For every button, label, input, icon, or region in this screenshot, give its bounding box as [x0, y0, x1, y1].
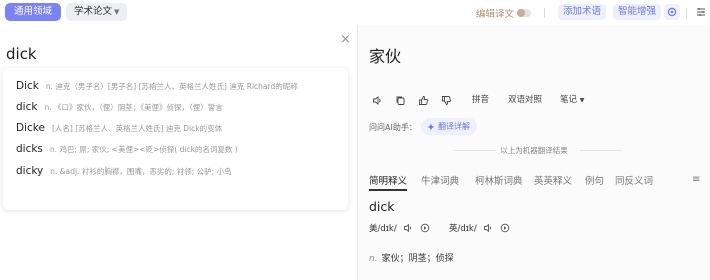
thumbs-up-icon[interactable]	[418, 95, 429, 106]
add-term-button[interactable]: 添加术语	[558, 4, 607, 20]
suggestion-dropdown: Dick n. 迪克（男子名）[男子名] [苏格兰人、英格兰人姓氏] 迪克 Ri…	[3, 68, 348, 210]
copy-icon[interactable]	[395, 95, 406, 106]
target-pane: 家伙 拼音 双语对照 笔记 ▼ 问问AI助手： 翻译详解 以上为机器翻译结果 简…	[358, 25, 710, 280]
menu-icon[interactable]: ≡	[692, 174, 700, 185]
machine-translation-note: 以上为机器翻译结果	[500, 146, 568, 155]
sparkle-icon	[427, 123, 435, 130]
replay-icon[interactable]	[420, 223, 430, 233]
tab-examples[interactable]: 例句	[585, 173, 604, 187]
suggestion-definition: n. 迪克（男子名）[男子名] [苏格兰人、英格兰人姓氏] 迪克 Richard…	[45, 81, 298, 91]
part-of-speech: n.	[369, 254, 378, 264]
suggestion-item[interactable]: dicky n. &adj. 衬衫的胸襟，围嘴，恶劣的; 衬领; 公驴; 小鸟	[16, 163, 232, 179]
chevron-down-icon: ▼	[579, 97, 585, 104]
suggestion-definition: n. &adj. 衬衫的胸襟，围嘴，恶劣的; 衬领; 公驴; 小鸟	[50, 166, 232, 176]
pronunciation-us: 美/dɪk/	[369, 224, 397, 234]
speaker-icon[interactable]	[403, 223, 413, 233]
general-domain-button[interactable]: 通用领域	[5, 3, 62, 21]
settings-icon[interactable]	[664, 4, 680, 20]
domain-select[interactable]: 学术论文 ▼	[66, 3, 128, 21]
bilingual-button[interactable]: 双语对照	[508, 95, 542, 106]
divider-line	[580, 150, 622, 151]
definition-text: 家伙；阴茎；侦探	[381, 254, 454, 264]
toolbar-divider	[686, 8, 687, 18]
notes-label: 笔记	[560, 95, 578, 105]
tab-collins[interactable]: 柯林斯词典	[475, 173, 523, 187]
close-icon[interactable]: ×	[340, 33, 351, 46]
toggle-switch[interactable]	[517, 8, 532, 17]
suggestion-item[interactable]: Dicke [人名] [苏格兰人、英格兰人姓氏] 迪克 Dick的变体	[16, 120, 222, 136]
tab-english-english[interactable]: 英英释义	[534, 173, 572, 187]
suggestion-definition: n. 《口》家伙，（俚）阴茎；《美俚》侦探，（俚）誓言	[44, 102, 223, 112]
pinyin-button[interactable]: 拼音	[472, 95, 489, 106]
suggestion-word: Dicke	[16, 122, 45, 134]
chevron-down-icon: ▼	[114, 8, 120, 16]
source-pane: dick × Dick n. 迪克（男子名）[男子名] [苏格兰人、英格兰人姓氏…	[0, 25, 357, 280]
target-text: 家伙	[369, 47, 402, 66]
toolbar-divider	[544, 8, 545, 18]
ai-explain-button[interactable]: 翻译详解	[421, 118, 477, 135]
smart-enhance-button[interactable]: 智能增强	[613, 4, 662, 20]
suggestion-word: dicks	[16, 143, 43, 155]
layout-toggle-icon[interactable]	[694, 4, 708, 20]
suggestion-word: dicky	[16, 165, 44, 177]
replay-icon[interactable]	[500, 223, 510, 233]
edit-translation-toggle[interactable]: 编辑译文	[476, 0, 532, 25]
speaker-icon[interactable]	[483, 223, 493, 233]
tab-concise[interactable]: 简明释义	[369, 173, 408, 191]
suggestion-item[interactable]: dicks n. 鸡巴; 屌; 家伙; <美俚><贬>侦探( dick的名词复数…	[16, 141, 238, 157]
edit-translation-label: 编辑译文	[476, 8, 515, 20]
ai-explain-label: 翻译详解	[438, 122, 470, 131]
suggestion-definition: n. 鸡巴; 屌; 家伙; <美俚><贬>侦探( dick的名词复数 )	[49, 144, 238, 154]
tab-oxford[interactable]: 牛津词典	[421, 173, 459, 187]
suggestion-word: dick	[16, 101, 38, 113]
tab-synonyms[interactable]: 同反义词	[615, 173, 653, 187]
dictionary-headword: dick	[369, 199, 395, 214]
ai-assistant-label: 问问AI助手：	[369, 123, 417, 132]
suggestion-word: Dick	[16, 80, 39, 92]
speaker-icon[interactable]	[372, 95, 383, 106]
domain-select-label: 学术论文	[74, 6, 113, 17]
suggestion-item[interactable]: Dick n. 迪克（男子名）[男子名] [苏格兰人、英格兰人姓氏] 迪克 Ri…	[16, 78, 298, 94]
suggestion-definition: [人名] [苏格兰人、英格兰人姓氏] 迪克 Dick的变体	[51, 123, 223, 133]
pronunciation-uk: 英/dɪk/	[449, 224, 477, 234]
source-text-input[interactable]: dick	[6, 45, 37, 63]
thumbs-down-icon[interactable]	[441, 95, 452, 106]
definition-line: n. 家伙；阴茎；侦探	[369, 251, 454, 264]
top-toolbar: 通用领域 学术论文 ▼ 编辑译文 添加术语 智能增强	[0, 0, 710, 25]
notes-button[interactable]: 笔记 ▼	[560, 95, 584, 106]
suggestion-item[interactable]: dick n. 《口》家伙，（俚）阴茎；《美俚》侦探，（俚）誓言	[16, 99, 223, 115]
